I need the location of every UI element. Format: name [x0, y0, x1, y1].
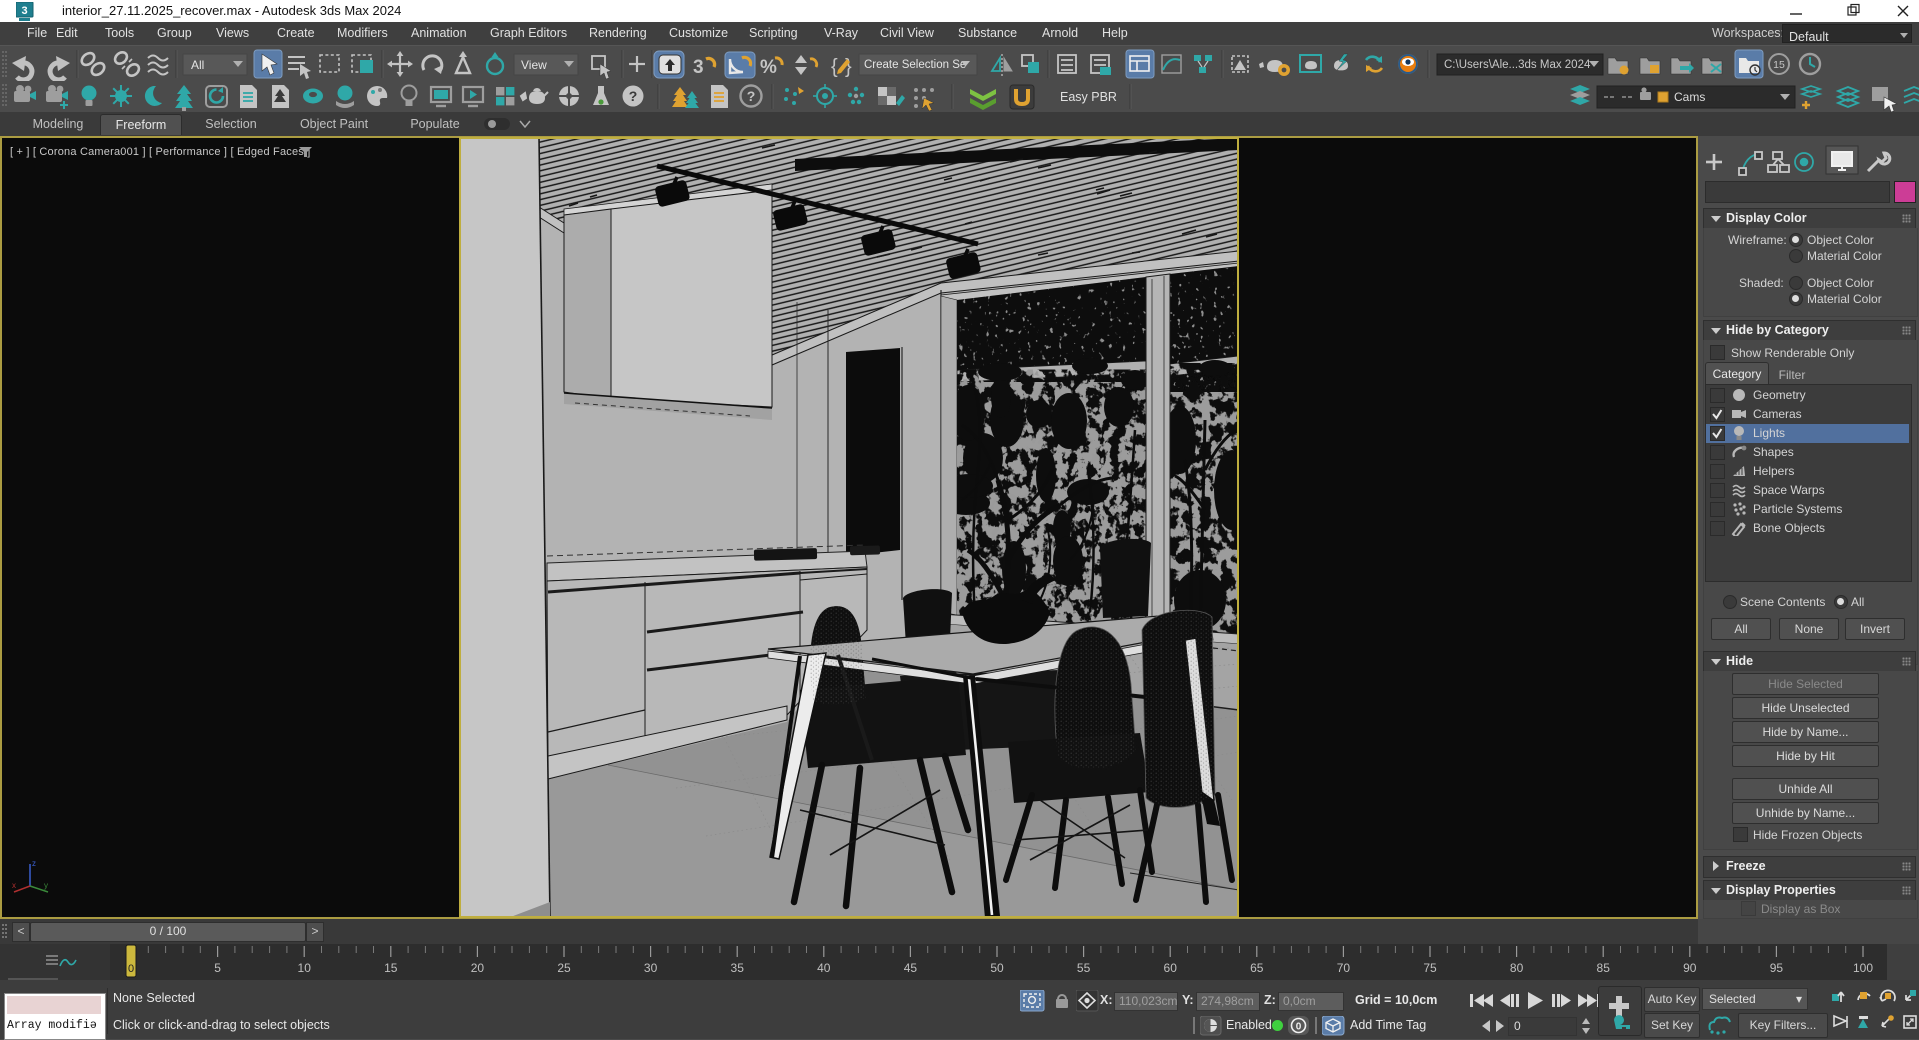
svg-text:3: 3 — [21, 5, 27, 17]
svg-text:Cams: Cams — [1674, 90, 1705, 104]
svg-text:95: 95 — [1770, 961, 1784, 975]
svg-text:}: } — [845, 56, 852, 78]
svg-text:x: x — [12, 881, 16, 890]
svg-text:65: 65 — [1250, 961, 1264, 975]
svg-text:All: All — [191, 58, 204, 72]
svg-text:100: 100 — [1853, 961, 1873, 975]
svg-text:15: 15 — [384, 961, 398, 975]
svg-text:?: ? — [629, 88, 638, 104]
svg-text:30: 30 — [644, 961, 658, 975]
svg-text:75: 75 — [1423, 961, 1437, 975]
svg-text:55: 55 — [1077, 961, 1091, 975]
svg-text:{: { — [831, 56, 838, 78]
svg-text:y: y — [44, 881, 48, 890]
svg-text:35: 35 — [731, 961, 745, 975]
svg-text:80: 80 — [1510, 961, 1524, 975]
svg-text:40: 40 — [817, 961, 831, 975]
svg-text:85: 85 — [1597, 961, 1611, 975]
svg-text:90: 90 — [1683, 961, 1697, 975]
svg-text:15: 15 — [1773, 59, 1785, 71]
svg-text:20: 20 — [471, 961, 485, 975]
svg-text:Create Selection Se: Create Selection Se — [864, 59, 966, 71]
svg-text:0: 0 — [1296, 1022, 1302, 1033]
svg-text:?: ? — [747, 88, 756, 104]
svg-text:View: View — [521, 58, 547, 72]
svg-text:10: 10 — [298, 961, 312, 975]
svg-text:z: z — [32, 859, 36, 868]
svg-text:%: % — [760, 57, 777, 78]
svg-text:0: 0 — [128, 963, 134, 975]
svg-text:C:\Users\Ale...3ds Max 2024: C:\Users\Ale...3ds Max 2024 — [1444, 59, 1591, 71]
svg-text:70: 70 — [1337, 961, 1351, 975]
svg-text:5: 5 — [214, 961, 221, 975]
svg-text:3: 3 — [693, 57, 704, 78]
svg-text:25: 25 — [557, 961, 571, 975]
svg-text:60: 60 — [1164, 961, 1178, 975]
svg-text:45: 45 — [904, 961, 918, 975]
svg-text:50: 50 — [990, 961, 1004, 975]
svg-text:Easy PBR: Easy PBR — [1060, 90, 1117, 104]
